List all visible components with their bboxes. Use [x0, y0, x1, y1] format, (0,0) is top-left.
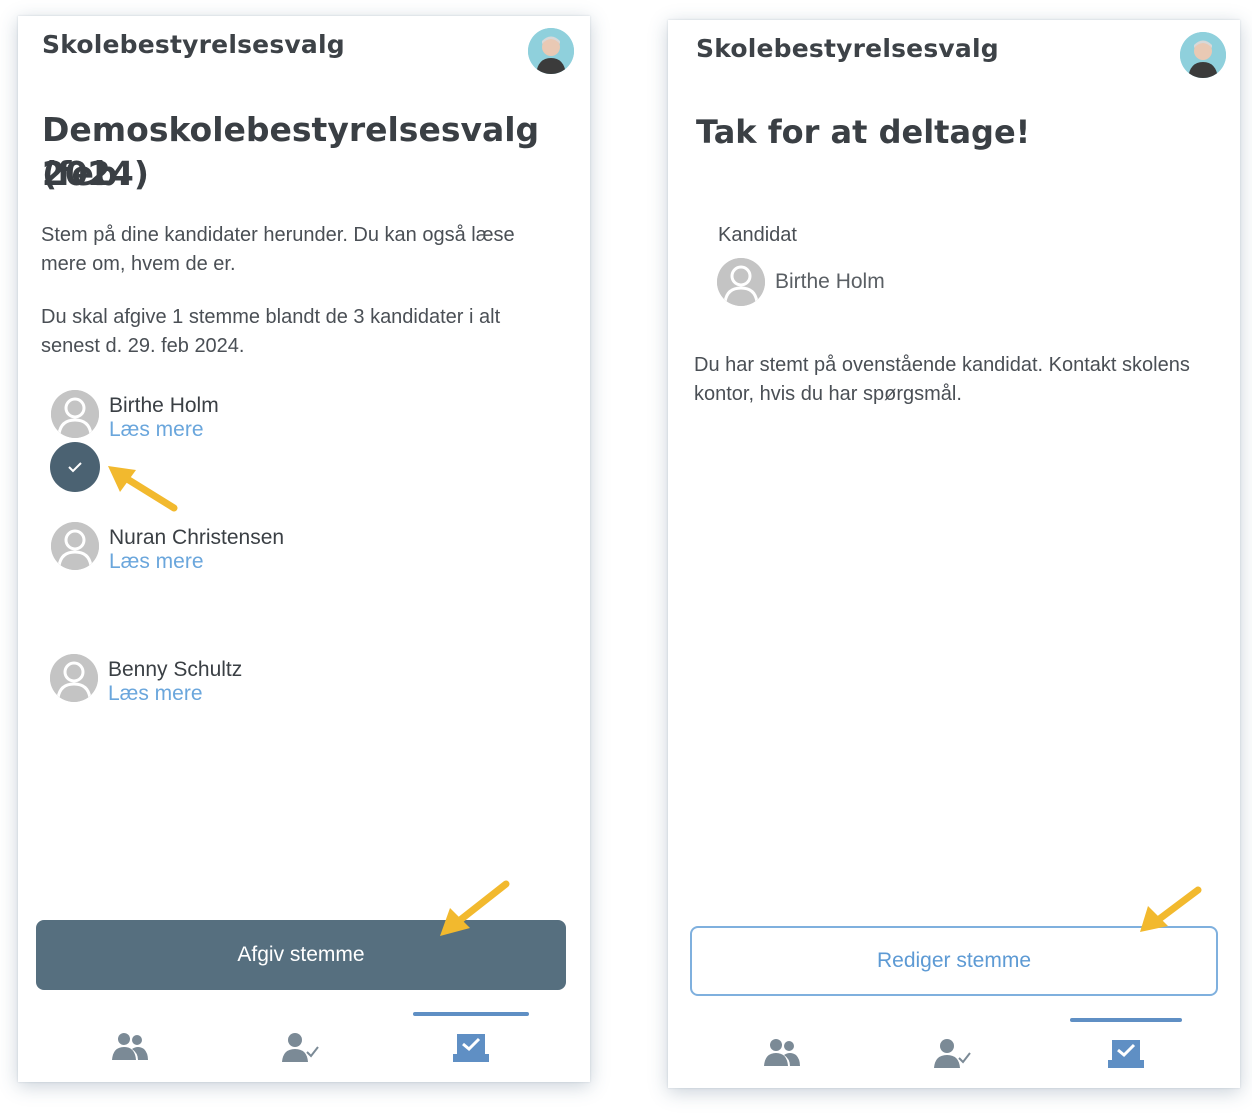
app-title: Skolebestyrelsesvalg	[42, 30, 345, 59]
rule-text-line2: senest d. 29. feb 2024.	[41, 335, 245, 357]
candidate-name: Benny Schultz	[108, 658, 243, 681]
candidate-avatar-icon	[717, 258, 765, 306]
user-avatar[interactable]	[1180, 32, 1226, 78]
page-title: Tak for at deltage!	[696, 113, 1031, 151]
candidate-item: Birthe Holm Læs mere	[51, 390, 351, 450]
info-text-line2: kontor, hvis du har spørgsmål.	[694, 383, 962, 405]
nav-ballot-box-icon[interactable]	[1106, 1036, 1146, 1070]
candidate-avatar-icon	[50, 654, 98, 702]
candidate-item: Nuran Christensen Læs mere	[51, 522, 371, 582]
rule-text-line1: Du skal afgive 1 stemme blandt de 3 kand…	[41, 306, 501, 328]
edit-vote-button[interactable]: Rediger stemme	[690, 926, 1218, 996]
candidate-avatar-icon	[51, 390, 99, 438]
nav-person-check-icon[interactable]	[280, 1030, 320, 1064]
candidate-label: Kandidat	[718, 224, 797, 246]
nav-person-check-icon[interactable]	[932, 1036, 972, 1070]
nav-people-icon[interactable]	[110, 1030, 150, 1064]
active-tab-indicator	[1070, 1018, 1182, 1022]
arrow-annotation-icon	[1140, 886, 1202, 932]
candidate-item: Benny Schultz Læs mere	[50, 654, 370, 714]
candidate-avatar-icon	[51, 522, 99, 570]
user-avatar[interactable]	[528, 28, 574, 74]
active-tab-indicator	[413, 1012, 529, 1016]
read-more-link[interactable]: Læs mere	[109, 550, 204, 574]
read-more-link[interactable]: Læs mere	[108, 682, 203, 706]
check-icon	[68, 462, 82, 473]
confirmation-screen: Skolebestyrelsesvalg Tak for at deltage!…	[668, 20, 1240, 1088]
candidate-name: Nuran Christensen	[109, 526, 285, 549]
user-photo-icon	[1180, 32, 1226, 78]
intro-text-line2: mere om, hvem de er.	[41, 253, 236, 275]
intro-text-line1: Stem på dine kandidater herunder. Du kan…	[41, 224, 515, 246]
app-title: Skolebestyrelsesvalg	[696, 34, 999, 63]
voting-screen: Skolebestyrelsesvalg Demoskolebestyrelse…	[18, 16, 590, 1082]
voted-candidate: Birthe Holm	[717, 258, 1017, 318]
nav-ballot-box-icon[interactable]	[451, 1030, 491, 1064]
vote-checkbox-selected[interactable]	[50, 442, 100, 492]
read-more-link[interactable]: Læs mere	[109, 418, 204, 442]
user-photo-icon	[528, 28, 574, 74]
nav-people-icon[interactable]	[762, 1036, 802, 1070]
candidate-name: Birthe Holm	[109, 394, 219, 417]
info-text-line1: Du har stemt på ovenstående kandidat. Ko…	[694, 354, 1190, 376]
candidate-name: Birthe Holm	[775, 270, 885, 293]
page-title-line2: 2024)	[42, 154, 149, 193]
arrow-annotation-icon	[108, 466, 178, 512]
arrow-annotation-icon	[440, 880, 510, 936]
